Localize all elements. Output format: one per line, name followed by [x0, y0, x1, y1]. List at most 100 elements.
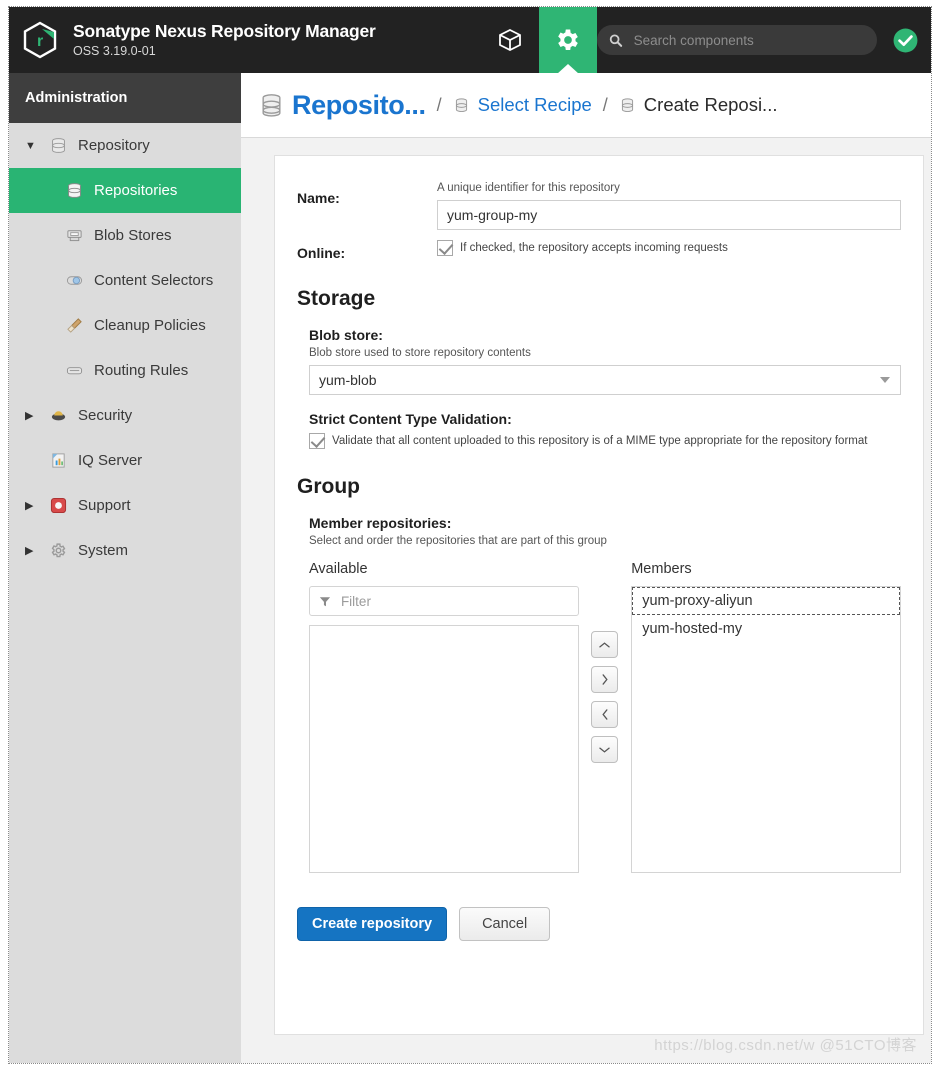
- online-checkbox-line: If checked, the repository accepts incom…: [437, 240, 901, 256]
- sidebar-item-label: Blob Stores: [94, 227, 172, 244]
- router-icon: [61, 362, 87, 379]
- sidebar-item-label: System: [78, 542, 129, 559]
- sidebar-item-label: Security: [78, 407, 133, 424]
- app-version: OSS 3.19.0-01: [73, 43, 156, 58]
- database-icon: [45, 137, 71, 154]
- name-row: Name: A unique identifier for this repos…: [297, 182, 901, 230]
- status-badge[interactable]: [877, 7, 931, 73]
- transfer-buttons: [579, 561, 631, 873]
- blob-store-label: Blob store:: [309, 327, 383, 343]
- header-spacer: [376, 7, 481, 73]
- breadcrumb-root-label: Reposito...: [292, 89, 426, 120]
- sidebar-item-repositories[interactable]: Repositories: [9, 168, 241, 213]
- gear-icon: [558, 29, 578, 51]
- funnel-icon: [319, 596, 331, 606]
- sidebar-item-security[interactable]: ▶ Security: [9, 393, 241, 438]
- breadcrumb-select-recipe[interactable]: Select Recipe: [453, 94, 592, 116]
- create-repository-form: Name: A unique identifier for this repos…: [274, 155, 924, 1035]
- sidebar-item-cleanup-policies[interactable]: Cleanup Policies: [9, 303, 241, 348]
- app-title: Sonatype Nexus Repository Manager: [73, 20, 376, 41]
- chevron-down-icon: [880, 377, 890, 383]
- breadcrumb: Reposito... / Select Recipe / Create Rep…: [241, 73, 931, 138]
- sidebar-item-label: IQ Server: [78, 452, 143, 469]
- database-icon: [453, 97, 470, 114]
- list-item[interactable]: yum-hosted-my: [632, 615, 900, 643]
- sidebar-item-label: Repository: [78, 137, 150, 154]
- main-content: Reposito... / Select Recipe / Create Rep…: [241, 73, 931, 1063]
- move-right-button[interactable]: [591, 666, 619, 693]
- chevron-down-icon: ▼: [25, 139, 36, 152]
- security-icon: [45, 407, 71, 424]
- list-item[interactable]: yum-proxy-aliyun: [632, 587, 900, 615]
- sidebar-item-label: Cleanup Policies: [94, 317, 206, 334]
- cube-icon: [499, 28, 521, 52]
- name-hint: A unique identifier for this repository: [437, 182, 620, 194]
- browse-button[interactable]: [481, 7, 539, 73]
- available-heading: Available: [309, 561, 368, 577]
- member-repositories-label: Member repositories:: [309, 515, 452, 531]
- breadcrumb-separator: /: [602, 94, 608, 115]
- search-input[interactable]: [631, 31, 865, 49]
- gear-icon: [45, 542, 71, 559]
- member-repositories-hint: Select and order the repositories that a…: [309, 535, 607, 547]
- strict-validation-checkbox-line: Validate that all content uploaded to th…: [309, 431, 901, 449]
- sidebar-item-iq-server[interactable]: IQ Server: [9, 438, 241, 483]
- sidebar-item-label: Support: [78, 497, 131, 514]
- sidebar-item-label: Repositories: [94, 182, 178, 199]
- online-checkbox-label: If checked, the repository accepts incom…: [460, 242, 728, 254]
- available-column: Available: [309, 561, 579, 873]
- move-down-button[interactable]: [591, 736, 619, 763]
- move-left-button[interactable]: [591, 701, 619, 728]
- chevron-right-icon: ▶: [25, 500, 34, 512]
- available-filter-input[interactable]: [338, 592, 569, 610]
- available-listbox[interactable]: [309, 625, 579, 873]
- blob-store-selected-value: yum-blob: [319, 372, 377, 388]
- members-heading: Members: [631, 561, 692, 577]
- members-listbox[interactable]: yum-proxy-aliyun yum-hosted-my: [631, 586, 901, 873]
- breadcrumb-create-repository: Create Reposi...: [619, 94, 777, 116]
- chevron-right-icon: ▶: [25, 545, 34, 557]
- create-repository-button[interactable]: Create repository: [297, 907, 448, 941]
- chevron-down-icon: [599, 747, 611, 753]
- available-filter-box[interactable]: [309, 586, 579, 616]
- sidebar-item-system[interactable]: ▶ System: [9, 528, 241, 573]
- blob-store-select[interactable]: yum-blob: [309, 365, 901, 395]
- lifebuoy-icon: [45, 497, 71, 514]
- sidebar-item-label: Content Selectors: [94, 272, 214, 289]
- sidebar-item-blob-stores[interactable]: Blob Stores: [9, 213, 241, 258]
- sidebar-heading: Administration: [9, 73, 241, 123]
- chevron-up-icon: [599, 641, 611, 647]
- nexus-hexagon-logo: r: [9, 7, 71, 73]
- admin-button[interactable]: [539, 7, 597, 73]
- sidebar-item-repository[interactable]: ▼ Repository: [9, 123, 241, 168]
- online-checkbox[interactable]: [437, 240, 453, 256]
- strict-validation-checkbox[interactable]: [309, 433, 325, 449]
- nexus-hexagon-logo-svg: r: [23, 21, 57, 59]
- blobstore-icon: [61, 227, 87, 244]
- name-input[interactable]: [437, 200, 901, 230]
- sidebar-item-support[interactable]: ▶ Support: [9, 483, 241, 528]
- form-actions: Create repository Cancel: [297, 907, 901, 941]
- move-up-button[interactable]: [591, 631, 619, 658]
- chevron-right-icon: [602, 674, 608, 685]
- online-row: Online: If checked, the repository accep…: [297, 240, 901, 261]
- group-block: Member repositories: Select and order th…: [297, 515, 901, 873]
- iq-server-icon: [45, 452, 71, 469]
- blob-store-hint: Blob store used to store repository cont…: [309, 347, 531, 359]
- chevron-right-icon: ▶: [25, 410, 34, 422]
- breadcrumb-root[interactable]: Reposito...: [259, 90, 426, 121]
- database-icon: [61, 182, 87, 199]
- member-transfer-widget: Available Filter Members yum-proxy-aliyu…: [309, 561, 901, 873]
- search-box[interactable]: [597, 25, 877, 55]
- members-column: Members yum-proxy-aliyun yum-hosted-my: [631, 561, 901, 873]
- database-icon: [619, 97, 636, 114]
- blob-store-block: Blob store: Blob store used to store rep…: [297, 327, 901, 449]
- sidebar-item-label: Routing Rules: [94, 362, 189, 379]
- chevron-left-icon: [602, 709, 608, 720]
- sidebar-item-content-selectors[interactable]: Content Selectors: [9, 258, 241, 303]
- app-header: r Sonatype Nexus Repository Manager OSS …: [9, 7, 931, 73]
- cancel-button[interactable]: Cancel: [459, 907, 551, 941]
- breadcrumb-separator: /: [436, 94, 442, 115]
- sidebar-item-routing-rules[interactable]: Routing Rules: [9, 348, 241, 393]
- online-label: Online:: [297, 245, 346, 261]
